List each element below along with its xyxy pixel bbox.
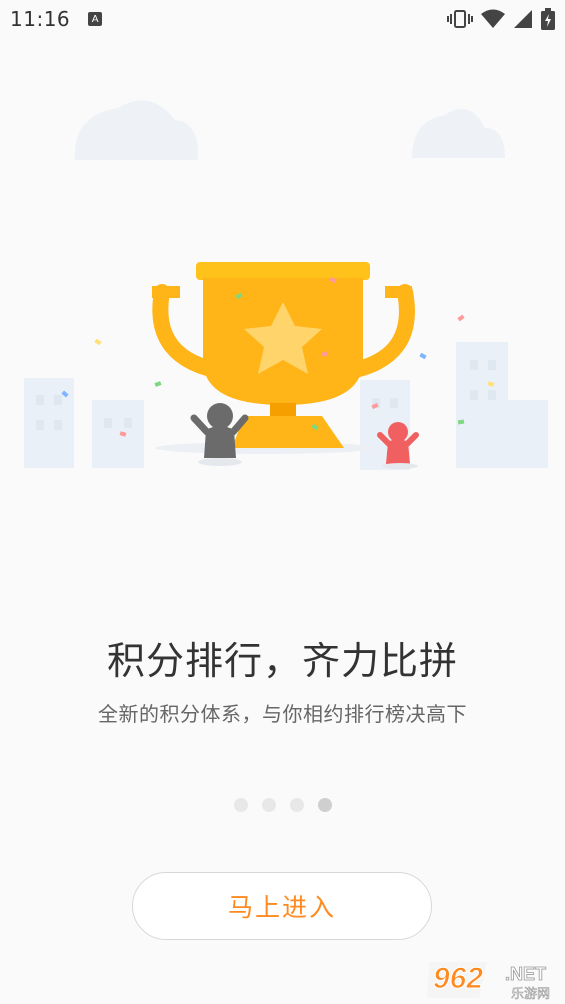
status-left: 11:16 A <box>10 7 103 31</box>
status-bar: 11:16 A <box>0 0 565 38</box>
page-title: 积分排行，齐力比拼 <box>106 639 458 683</box>
battery-charging-icon <box>541 8 555 30</box>
watermark-logo: 962 .NET 乐游网 <box>427 962 550 1000</box>
page-subtitle: 全新的积分体系，与你相约排行榜决高下 <box>98 702 467 726</box>
status-icons <box>447 8 555 30</box>
watermark-subtitle: 乐游网 <box>511 987 550 1000</box>
page-dot[interactable] <box>261 798 276 812</box>
watermark-number: 962 <box>433 962 483 995</box>
enter-now-button[interactable]: 马上进入 <box>132 872 432 940</box>
watermark-suffix: .NET <box>505 964 546 984</box>
signal-icon <box>514 10 532 28</box>
page-dot-active[interactable] <box>317 798 332 812</box>
page-dot[interactable] <box>289 798 304 812</box>
trophy-illustration <box>24 100 548 470</box>
cloud-icon <box>412 108 505 158</box>
status-time: 11:16 <box>10 7 71 31</box>
notification-a-icon: A <box>88 12 103 26</box>
pagination-dots <box>0 798 565 812</box>
wifi-icon <box>481 9 505 28</box>
page-dot[interactable] <box>233 798 248 812</box>
cloud-icon <box>74 100 199 160</box>
vibrate-icon <box>447 10 473 28</box>
